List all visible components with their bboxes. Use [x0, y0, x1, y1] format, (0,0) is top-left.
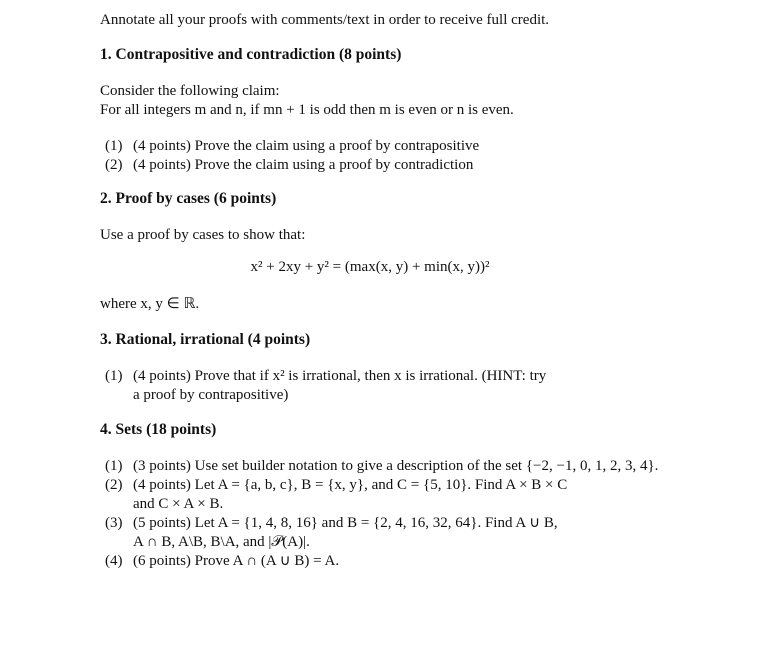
item-number: (3) [105, 515, 123, 531]
intro-text: Annotate all your proofs with comments/t… [100, 12, 550, 28]
item-text: (3 points) Use set builder notation to g… [133, 458, 659, 474]
section-4-item-3: (3) (5 points) Let A = {1, 4, 8, 16} and … [105, 514, 558, 532]
item-number: (2) [105, 157, 123, 173]
item-number: (1) [105, 138, 123, 154]
item-number: (1) [105, 368, 123, 384]
item-number: (2) [105, 477, 123, 493]
section-3-title: 3. Rational, irrational (4 points) [100, 331, 311, 348]
section-1-text-1: Consider the following claim: [100, 83, 280, 99]
section-4-item-2-cont: and C × A × B. [133, 496, 224, 512]
section-4-item-1: (1) (3 points) Use set builder notation t… [105, 457, 658, 475]
section-4-item-4: (4) (6 points) Prove A ∩ (A ∪ B) = A. [105, 552, 339, 570]
item-text: (6 points) Prove A ∩ (A ∪ B) = A. [133, 553, 340, 569]
item-text: (5 points) Let A = {1, 4, 8, 16} and B =… [133, 515, 558, 531]
item-number: (4) [105, 553, 123, 569]
section-1-item-2: (2) (4 points) Prove the claim using a pr… [105, 156, 473, 174]
section-3-item-1-cont: a proof by contrapositive) [133, 387, 289, 403]
section-3-item-1: (1) (4 points) Prove that if x² is irrati… [105, 367, 546, 385]
section-4-item-3-cont: A ∩ B, A\B, B\A, and |𝒫(A)|. [133, 534, 310, 550]
section-4-title: 4. Sets (18 points) [100, 421, 217, 438]
section-2-text: Use a proof by cases to show that: [100, 227, 306, 243]
item-text: (4 points) Prove that if x² is irrationa… [133, 368, 547, 384]
item-text: (4 points) Prove the claim using a proof… [133, 138, 480, 154]
item-text: (4 points) Prove the claim using a proof… [133, 157, 474, 173]
section-1-claim: For all integers m and n, if mn + 1 is o… [100, 102, 514, 118]
section-2-title: 2. Proof by cases (6 points) [100, 190, 277, 207]
section-4-item-2: (2) (4 points) Let A = {a, b, c}, B = {x,… [105, 476, 567, 494]
section-1-item-1: (1) (4 points) Prove the claim using a pr… [105, 137, 479, 155]
item-text: (4 points) Let A = {a, b, c}, B = {x, y}… [133, 477, 568, 493]
section-2-after: where x, y ∈ ℝ. [100, 296, 200, 312]
section-1-title: 1. Contrapositive and contradiction (8 p… [100, 46, 402, 63]
item-number: (1) [105, 458, 123, 474]
section-2-equation: x² + 2xy + y² = (max(x, y) + min(x, y))² [250, 259, 490, 275]
